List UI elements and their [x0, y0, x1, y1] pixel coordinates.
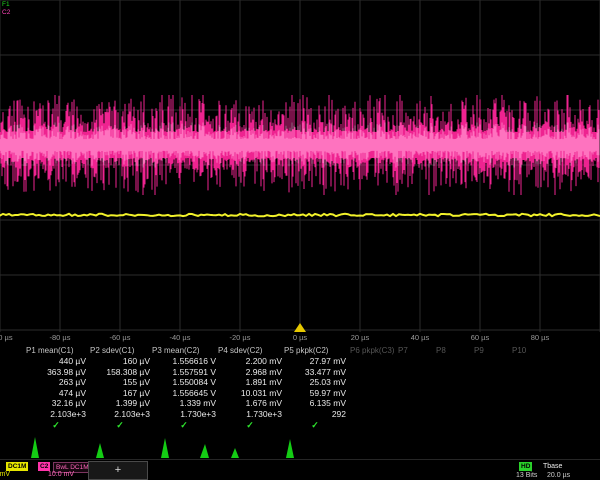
meas-cell-r3-p4: 1.891 mV: [218, 377, 282, 387]
meas-cell-r3-p3: 1.550084 V: [152, 377, 216, 387]
meas-status-p3: ✓: [152, 420, 216, 431]
time-label-2: -60 µs: [110, 333, 131, 342]
oscilloscope-screen: F1 C2 -100 µs -80 µs -60 µs -40 µs -20 µ…: [0, 0, 600, 480]
meas-cell-r2-p2: 158.308 µV: [90, 367, 150, 377]
meas-cell-r2-p3: 1.557591 V: [152, 367, 216, 377]
meas-cell-r4-p3: 1.556645 V: [152, 388, 216, 398]
c1-scale[interactable]: 10.0 mV: [0, 471, 10, 478]
hd-bits: 13 Bits: [516, 472, 537, 479]
hd-badge[interactable]: HD: [519, 462, 532, 471]
meas-header-p4[interactable]: P4 sdev(C2): [218, 346, 262, 355]
descriptor-bar: DC1M 10.0 mV C2 BwL DC1M 10.0 mV + HD Tb…: [0, 459, 600, 480]
add-trace-button[interactable]: +: [88, 461, 148, 480]
time-label-4: -20 µs: [230, 333, 251, 342]
meas-cell-r6-p4: 1.730e+3: [218, 409, 282, 419]
meas-cell-r1-p3: 1.556616 V: [152, 356, 216, 366]
meas-cell-r4-p4: 10.031 mV: [218, 388, 282, 398]
meas-cell-r2-p4: 2.968 mV: [218, 367, 282, 377]
time-label-9: 80 µs: [531, 333, 550, 342]
trace-label-green: F1: [2, 1, 10, 8]
meas-header-p1[interactable]: P1 mean(C1): [26, 346, 74, 355]
meas-cell-r4-p1: 474 µV: [26, 388, 86, 398]
tbase-label[interactable]: Tbase: [543, 463, 562, 470]
time-label-6: 20 µs: [351, 333, 370, 342]
meas-cell-r5-p2: 1.399 µV: [90, 398, 150, 408]
histicon-p2[interactable]: [90, 434, 150, 459]
meas-header-p7[interactable]: P7: [398, 346, 408, 355]
meas-cell-r5-p3: 1.339 mV: [152, 398, 216, 408]
histicon-p5[interactable]: [284, 434, 344, 459]
meas-cell-r1-p1: 440 µV: [26, 356, 86, 366]
meas-status-p5: ✓: [284, 420, 346, 431]
meas-status-p1: ✓: [26, 420, 86, 431]
histicon-p4[interactable]: [218, 434, 278, 459]
meas-cell-r4-p5: 59.97 mV: [284, 388, 346, 398]
time-label-0: -100 µs: [0, 333, 13, 342]
meas-header-p2[interactable]: P2 sdev(C1): [90, 346, 134, 355]
meas-cell-r6-p3: 1.730e+3: [152, 409, 216, 419]
waveform-display[interactable]: [0, 0, 600, 332]
c2-badge[interactable]: C2: [38, 462, 50, 471]
time-label-7: 40 µs: [411, 333, 430, 342]
meas-status-p2: ✓: [90, 420, 150, 431]
meas-header-p10[interactable]: P10: [512, 346, 526, 355]
histicon-p1[interactable]: [26, 434, 86, 459]
trace-label-magenta: C2: [2, 9, 10, 16]
meas-cell-r5-p1: 32.16 µV: [26, 398, 86, 408]
meas-header-p5[interactable]: P5 pkpk(C2): [284, 346, 328, 355]
plus-icon: +: [115, 464, 121, 476]
meas-cell-r3-p5: 25.03 mV: [284, 377, 346, 387]
meas-cell-r5-p4: 1.676 mV: [218, 398, 282, 408]
meas-cell-r3-p2: 155 µV: [90, 377, 150, 387]
meas-cell-r2-p5: 33.477 mV: [284, 367, 346, 377]
c1-coupling-chip[interactable]: DC1M: [6, 462, 28, 471]
meas-cell-r1-p5: 27.97 mV: [284, 356, 346, 366]
meas-cell-r6-p5: 292: [284, 409, 346, 419]
meas-header-p3[interactable]: P3 mean(C2): [152, 346, 200, 355]
meas-cell-r5-p5: 6.135 mV: [284, 398, 346, 408]
meas-cell-r6-p1: 2.103e+3: [26, 409, 86, 419]
meas-cell-r6-p2: 2.103e+3: [90, 409, 150, 419]
c2-scale[interactable]: 10.0 mV: [48, 471, 74, 478]
time-label-5: 0 µs: [293, 333, 307, 342]
histicon-p3[interactable]: [152, 434, 212, 459]
meas-header-p6[interactable]: P6 pkpk(C3): [350, 346, 394, 355]
tbase-value: 20.0 µs: [547, 472, 570, 479]
meas-cell-r1-p2: 160 µV: [90, 356, 150, 366]
meas-status-p4: ✓: [218, 420, 282, 431]
time-label-1: -80 µs: [50, 333, 71, 342]
meas-cell-r4-p2: 167 µV: [90, 388, 150, 398]
meas-header-p8[interactable]: P8: [436, 346, 446, 355]
meas-cell-r1-p4: 2.200 mV: [218, 356, 282, 366]
meas-cell-r2-p1: 363.98 µV: [26, 367, 86, 377]
meas-header-p9[interactable]: P9: [474, 346, 484, 355]
time-label-3: -40 µs: [170, 333, 191, 342]
meas-cell-r3-p1: 263 µV: [26, 377, 86, 387]
time-label-8: 60 µs: [471, 333, 490, 342]
